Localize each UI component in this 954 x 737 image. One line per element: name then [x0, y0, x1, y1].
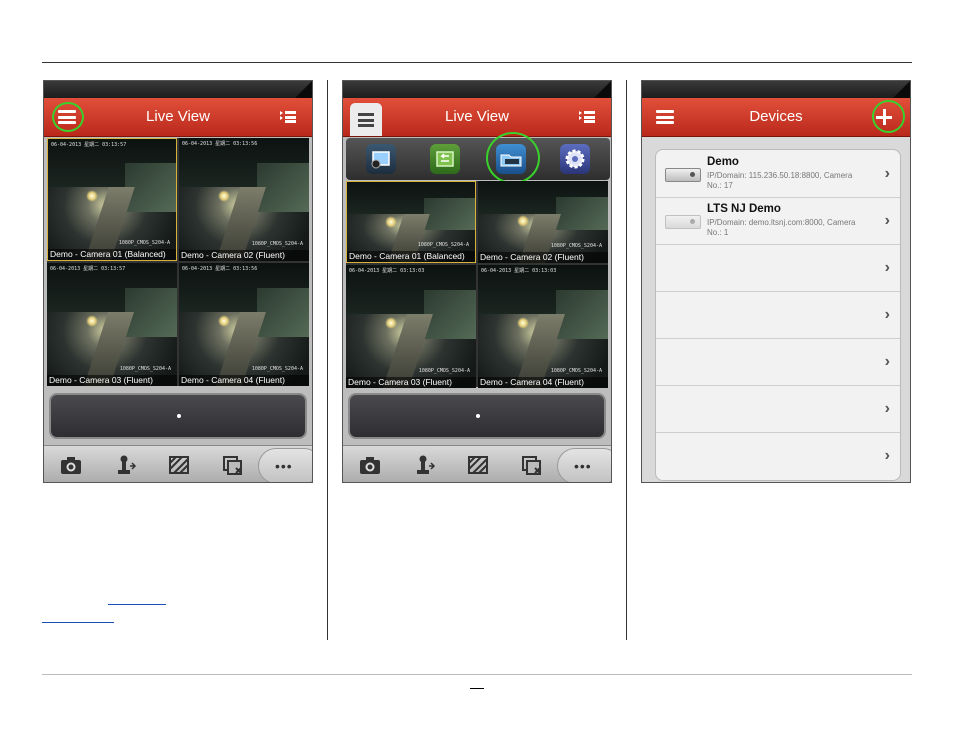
- camera-label: Demo - Camera 03 (Fluent): [346, 377, 476, 388]
- more-button[interactable]: •••: [258, 448, 312, 482]
- camera-tile[interactable]: 06-04-2013 星期二 03:13:56 1080P_CMOS_S204-…: [179, 263, 309, 386]
- camera-label: Demo - Camera 04 (Fluent): [478, 377, 608, 388]
- close-all-icon[interactable]: [521, 455, 543, 475]
- device-list: Demo IP/Domain: 115.236.50.18:8800, Came…: [655, 149, 901, 481]
- camera-osd: 1080P_CMOS_S204-A: [417, 242, 469, 248]
- bottom-toolbar: •••: [44, 445, 312, 482]
- camera-grid: 06-04-2013 星期二 03:13:57 1080P_CMOS_S204-…: [47, 138, 309, 386]
- dvr-device-icon: [665, 215, 701, 229]
- nav-title: Devices: [749, 108, 803, 125]
- nav-bar: Devices: [642, 98, 910, 137]
- camera-label: Demo - Camera 03 (Fluent): [47, 375, 177, 386]
- empty-device-row[interactable]: ›: [656, 291, 900, 339]
- phone-screenshot-live-view-expanded: Live View 1080P_CMOS_S204-A Demo - Camer…: [342, 80, 612, 483]
- camera-icon[interactable]: [60, 455, 82, 475]
- camera-label: Demo - Camera 02 (Fluent): [179, 250, 309, 261]
- list-view-icon[interactable]: [579, 111, 595, 123]
- empty-device-row[interactable]: ›: [656, 432, 900, 479]
- top-rule: [42, 62, 912, 63]
- image-quality-icon[interactable]: [467, 455, 489, 475]
- ptz-joystick-icon[interactable]: [415, 455, 437, 475]
- menu-icon-strip: [346, 132, 610, 184]
- camera-timestamp: 06-04-2013 星期二 03:13:03: [349, 268, 425, 274]
- camera-osd: 1080P_CMOS_S204-A: [118, 240, 170, 246]
- status-bar: [642, 81, 910, 98]
- camera-timestamp: 06-04-2013 星期二 03:13:56: [182, 266, 258, 272]
- camera-tile[interactable]: 06-04-2013 星期二 03:13:57 1080P_CMOS_S204-…: [47, 138, 177, 261]
- camera-timestamp: 06-04-2013 星期二 03:13:57: [50, 266, 126, 272]
- camera-timestamp: 06-04-2013 星期二 03:13:57: [51, 142, 127, 148]
- camera-timestamp: 06-04-2013 星期二 03:13:56: [182, 141, 258, 147]
- bottom-rule: [42, 674, 912, 675]
- bottom-toolbar: •••: [343, 445, 611, 482]
- device-name: Demo: [707, 156, 739, 168]
- chevron-right-icon: ›: [884, 306, 890, 323]
- status-bar: [44, 81, 312, 98]
- list-view-icon[interactable]: [280, 111, 296, 123]
- chevron-right-icon: ›: [884, 259, 890, 276]
- link-underline[interactable]: [108, 604, 166, 605]
- ptz-joystick-icon[interactable]: [116, 455, 138, 475]
- camera-osd: 1080P_CMOS_S204-A: [550, 368, 602, 374]
- nav-title: Live View: [146, 108, 210, 125]
- device-info: IP/Domain: 115.236.50.18:8800, Camera No…: [707, 171, 853, 190]
- nav-title: Live View: [445, 108, 509, 125]
- close-all-icon[interactable]: [222, 455, 244, 475]
- playback-icon[interactable]: [430, 144, 460, 174]
- page-indicator-dot: [476, 414, 480, 418]
- ptz-control-panel[interactable]: [348, 393, 606, 439]
- camera-tile[interactable]: 1080P_CMOS_S204-A Demo - Camera 02 (Flue…: [478, 181, 608, 263]
- live-view-icon[interactable]: [366, 144, 396, 174]
- image-quality-icon[interactable]: [168, 455, 190, 475]
- more-icon: •••: [574, 458, 592, 474]
- camera-grid: 1080P_CMOS_S204-A Demo - Camera 01 (Bala…: [346, 181, 608, 388]
- camera-timestamp: 06-04-2013 星期二 03:13:03: [481, 268, 557, 274]
- camera-tile[interactable]: 1080P_CMOS_S204-A Demo - Camera 01 (Bala…: [346, 181, 476, 263]
- camera-osd: 1080P_CMOS_S204-A: [251, 241, 303, 247]
- camera-tile[interactable]: 06-04-2013 星期二 03:13:56 1080P_CMOS_S204-…: [179, 138, 309, 261]
- chevron-right-icon: ›: [884, 212, 890, 229]
- chevron-right-icon: ›: [884, 165, 890, 182]
- camera-osd: 1080P_CMOS_S204-A: [550, 243, 602, 249]
- nav-bar: Live View: [343, 98, 611, 137]
- chevron-right-icon: ›: [884, 447, 890, 464]
- more-icon: •••: [275, 458, 293, 474]
- camera-tile[interactable]: 06-04-2013 星期二 03:13:57 1080P_CMOS_S204-…: [47, 263, 177, 386]
- column-divider-2: [626, 80, 627, 640]
- camera-osd: 1080P_CMOS_S204-A: [251, 366, 303, 372]
- phone-screenshot-live-view-menu: Live View 06-04-2013 星期二 03:13:57 1080P_…: [43, 80, 313, 483]
- nav-bar: Live View: [44, 98, 312, 137]
- camera-osd: 1080P_CMOS_S204-A: [119, 366, 171, 372]
- chevron-right-icon: ›: [884, 353, 890, 370]
- device-name: LTS NJ Demo: [707, 203, 781, 215]
- camera-osd: 1080P_CMOS_S204-A: [418, 368, 470, 374]
- camera-label: Demo - Camera 01 (Balanced): [347, 251, 475, 262]
- ptz-control-panel[interactable]: [49, 393, 307, 439]
- link-underline[interactable]: [42, 622, 114, 623]
- phone-screenshot-devices: Devices Demo IP/Domain: 115.236.50.18:88…: [641, 80, 911, 483]
- camera-icon[interactable]: [359, 455, 381, 475]
- column-divider-1: [327, 80, 328, 640]
- empty-device-row[interactable]: ›: [656, 385, 900, 433]
- page-indicator-dot: [177, 414, 181, 418]
- camera-label: Demo - Camera 01 (Balanced): [48, 249, 176, 260]
- device-row[interactable]: Demo IP/Domain: 115.236.50.18:8800, Came…: [656, 150, 900, 198]
- camera-tile[interactable]: 06-04-2013 星期二 03:13:03 1080P_CMOS_S204-…: [346, 265, 476, 388]
- highlight-ring: [872, 100, 905, 133]
- status-bar: [343, 81, 611, 98]
- empty-device-row[interactable]: ›: [656, 244, 900, 292]
- device-row[interactable]: LTS NJ Demo IP/Domain: demo.ltsnj.com:80…: [656, 197, 900, 245]
- page-number-mark: [470, 688, 484, 689]
- camera-label: Demo - Camera 02 (Fluent): [478, 252, 608, 263]
- settings-icon[interactable]: [560, 144, 590, 174]
- highlight-ring: [486, 132, 540, 184]
- more-button[interactable]: •••: [557, 448, 611, 482]
- camera-tile[interactable]: 06-04-2013 星期二 03:13:03 1080P_CMOS_S204-…: [478, 265, 608, 388]
- camera-label: Demo - Camera 04 (Fluent): [179, 375, 309, 386]
- device-info: IP/Domain: demo.ltsnj.com:8000, Camera N…: [707, 218, 856, 237]
- empty-device-row[interactable]: ›: [656, 338, 900, 386]
- dvr-device-icon: [665, 168, 701, 182]
- chevron-right-icon: ›: [884, 400, 890, 417]
